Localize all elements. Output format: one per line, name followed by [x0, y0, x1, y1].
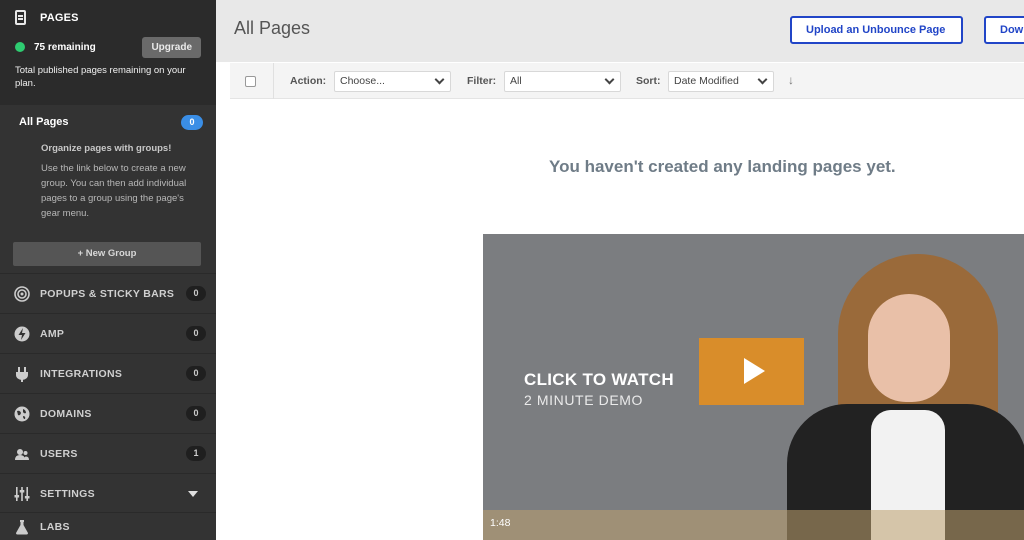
nav-count-badge: 1: [186, 446, 206, 461]
remaining-count: 75 remaining: [34, 41, 96, 53]
chevron-down-icon: [757, 74, 768, 85]
pages-header[interactable]: PAGES: [15, 10, 79, 25]
sort-label: Sort:: [636, 75, 661, 87]
filter-label: Filter:: [467, 75, 497, 87]
sidebar-item-users[interactable]: USERS 1: [0, 433, 216, 473]
remaining-row: 75 remaining Upgrade: [15, 36, 201, 58]
upgrade-button[interactable]: Upgrade: [142, 36, 201, 58]
sidebar-item-settings[interactable]: SETTINGS: [0, 473, 216, 513]
pages-title: PAGES: [40, 11, 79, 24]
play-button[interactable]: [699, 338, 804, 405]
nav-label: USERS: [40, 447, 78, 460]
sort-select[interactable]: Date Modified: [668, 71, 774, 92]
sidebar-item-integrations[interactable]: INTEGRATIONS 0: [0, 353, 216, 393]
status-dot-icon: [15, 42, 25, 52]
nav-count-badge: 0: [186, 326, 206, 341]
sidebar-item-labs[interactable]: LABS: [0, 512, 216, 540]
sidebar-item-popups-sticky-bars[interactable]: POPUPS & STICKY BARS 0: [0, 273, 216, 313]
users-icon: [15, 448, 29, 460]
nav-label: POPUPS & STICKY BARS: [40, 287, 175, 300]
sort-direction-icon[interactable]: ↓: [788, 73, 794, 87]
nav-count-badge: 0: [186, 406, 206, 421]
sidebar-item-amp[interactable]: AMP 0: [0, 313, 216, 353]
select-all-checkbox[interactable]: [245, 76, 256, 87]
chevron-down-icon: [434, 74, 445, 85]
presenter-face: [868, 294, 950, 402]
page-title: All Pages: [234, 18, 311, 38]
chevron-down-icon: [188, 490, 198, 497]
action-select[interactable]: Choose...: [334, 71, 451, 92]
plan-note: Total published pages remaining on your …: [15, 65, 186, 89]
all-pages-count-badge: 0: [181, 114, 203, 130]
filter-select-value: All: [510, 75, 522, 87]
list-toolbar: Action: Choose... Filter: All Sort: Date…: [230, 63, 1024, 99]
demo-video[interactable]: CLICK TO WATCH 2 MINUTE DEMO 1:48: [483, 234, 1024, 540]
sliders-icon: [14, 486, 30, 501]
new-group-button[interactable]: + New Group: [13, 242, 201, 266]
filter-select[interactable]: All: [504, 71, 621, 92]
empty-state-message: You haven't created any landing pages ye…: [549, 157, 896, 176]
page-header: All Pages Upload an Unbounce Page Dow: [216, 0, 1024, 62]
video-cta-title: CLICK TO WATCH: [524, 370, 674, 389]
flask-icon: [16, 519, 28, 534]
nav-label: SETTINGS: [40, 487, 95, 500]
sidebar-item-domains[interactable]: DOMAINS 0: [0, 393, 216, 433]
sort-select-value: Date Modified: [674, 75, 739, 87]
plug-icon: [16, 366, 28, 382]
nav-count-badge: 0: [186, 366, 206, 381]
video-cta-subtitle: 2 MINUTE DEMO: [524, 392, 644, 408]
download-button[interactable]: Dow: [984, 16, 1024, 44]
nav-label: DOMAINS: [40, 407, 92, 420]
toolbar-divider: [273, 63, 274, 99]
nav-label: INTEGRATIONS: [40, 367, 123, 380]
upload-page-button[interactable]: Upload an Unbounce Page: [790, 16, 963, 44]
bolt-icon: [14, 326, 30, 341]
nav-count-badge: 0: [186, 286, 206, 301]
nav-label: LABS: [40, 520, 70, 533]
action-select-value: Choose...: [340, 75, 385, 87]
sidebar-item-all-pages[interactable]: All Pages 0: [19, 112, 203, 132]
groups-title: Organize pages with groups!: [41, 143, 172, 154]
video-duration: 1:48: [490, 517, 511, 529]
nav-label: AMP: [40, 327, 65, 340]
target-icon: [14, 285, 30, 302]
all-pages-label: All Pages: [19, 116, 69, 128]
pages-summary: PAGES 75 remaining Upgrade Total publish…: [0, 0, 216, 105]
globe-icon: [14, 406, 30, 421]
groups-description: Use the link below to create a new group…: [41, 163, 187, 219]
video-control-bar[interactable]: [483, 510, 1024, 540]
chevron-down-icon: [604, 74, 615, 85]
action-label: Action:: [290, 75, 327, 87]
sidebar: PAGES 75 remaining Upgrade Total publish…: [0, 0, 216, 540]
pages-icon: [15, 10, 26, 25]
